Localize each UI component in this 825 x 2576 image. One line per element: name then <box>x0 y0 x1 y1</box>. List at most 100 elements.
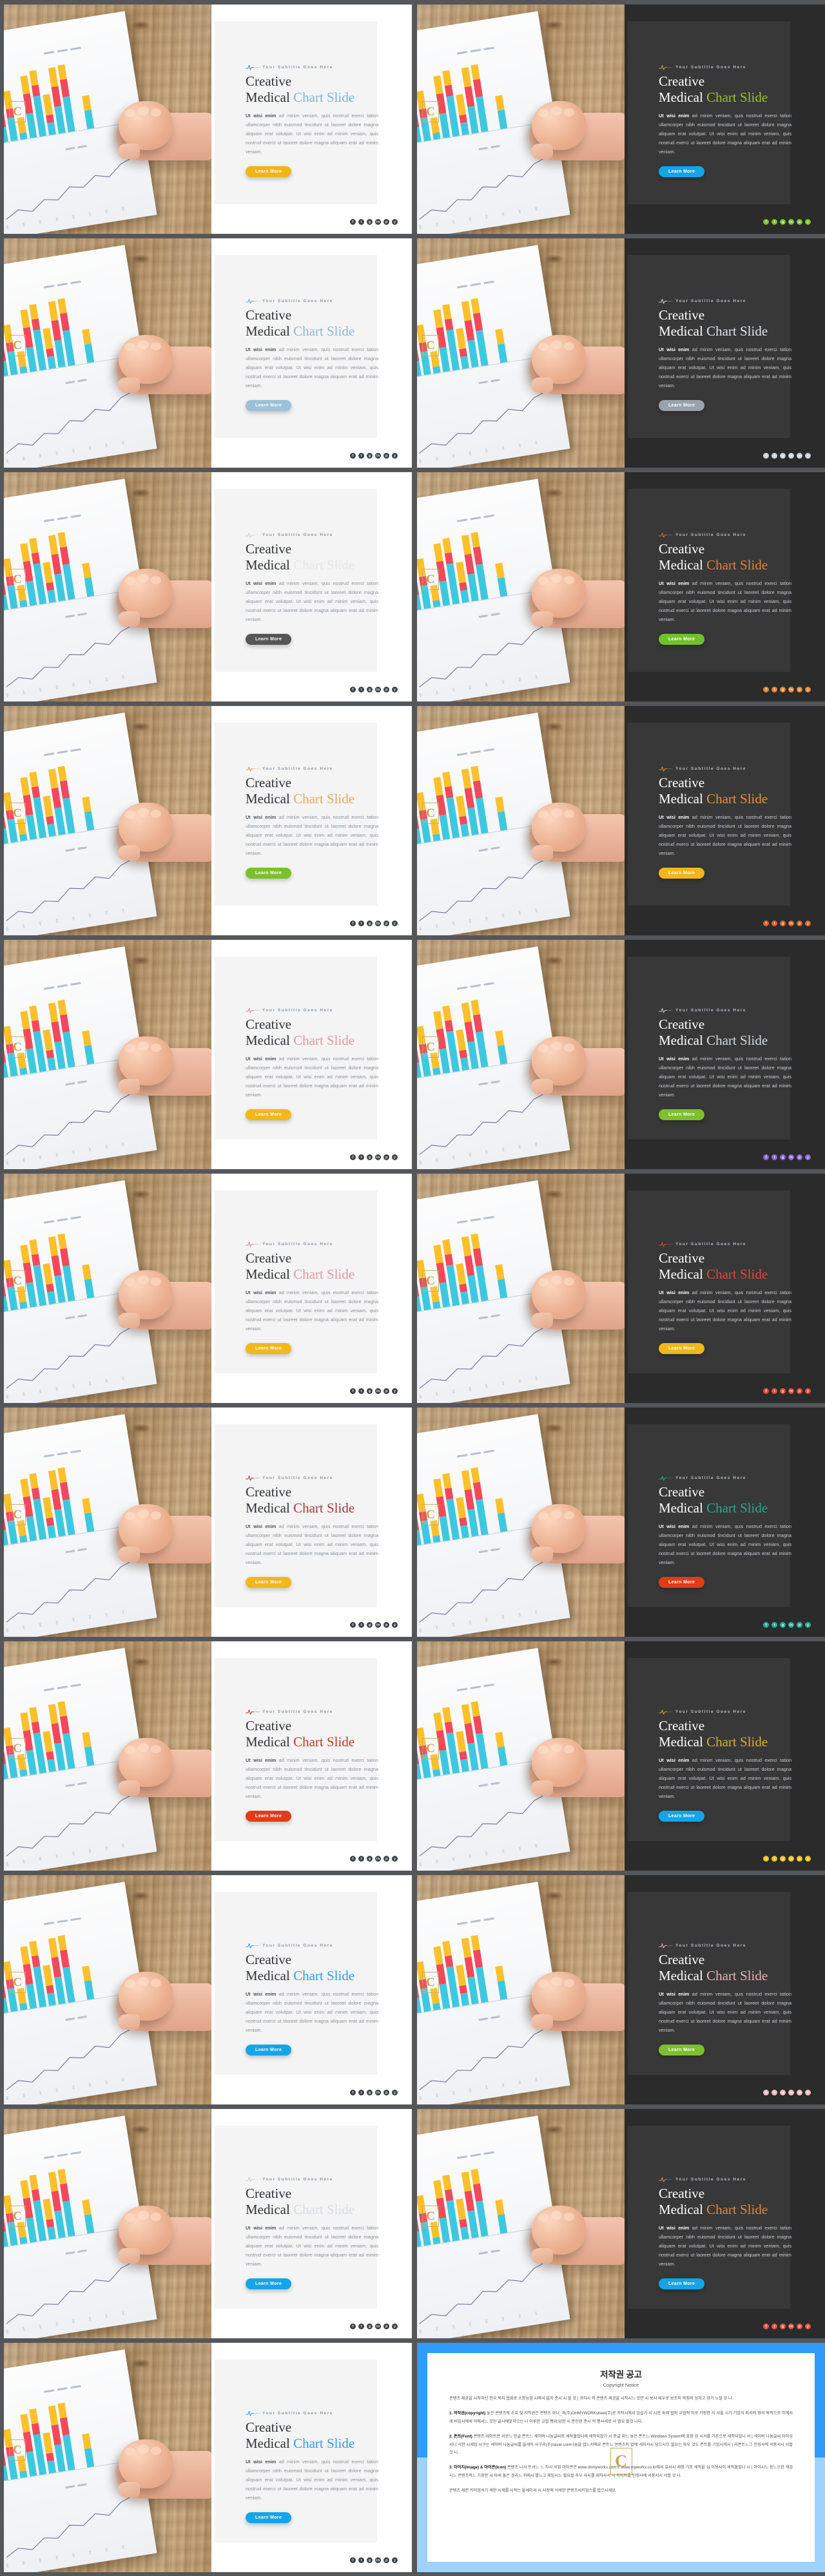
social-dot-5[interactable]: p <box>383 2323 389 2329</box>
social-dot-4[interactable]: in <box>375 687 381 692</box>
social-dot-6[interactable]: y <box>805 687 811 692</box>
social-dot-3[interactable]: g <box>367 453 373 459</box>
social-dot-2[interactable]: t <box>358 1856 364 1862</box>
learn-more-button[interactable]: Learn More <box>659 1576 705 1588</box>
social-dot-4[interactable]: in <box>788 453 794 459</box>
social-dot-6[interactable]: y <box>392 1388 398 1394</box>
social-dot-4[interactable]: in <box>375 2090 381 2095</box>
social-dot-5[interactable]: p <box>797 687 802 692</box>
social-dot-2[interactable]: t <box>772 2323 777 2329</box>
learn-more-button[interactable]: Learn More <box>659 2278 705 2289</box>
social-dot-5[interactable]: p <box>383 453 389 459</box>
social-dot-1[interactable]: f <box>350 2323 356 2329</box>
social-dot-4[interactable]: in <box>788 1154 794 1160</box>
social-dot-1[interactable]: f <box>763 2323 769 2329</box>
social-dot-5[interactable]: p <box>797 921 802 926</box>
social-dot-5[interactable]: p <box>383 219 389 225</box>
social-dot-2[interactable]: t <box>358 2090 364 2095</box>
social-dot-5[interactable]: p <box>383 1856 389 1862</box>
social-dot-2[interactable]: t <box>358 2323 364 2329</box>
social-dot-6[interactable]: y <box>805 2323 811 2329</box>
social-dot-4[interactable]: in <box>788 687 794 692</box>
social-dot-2[interactable]: t <box>358 1388 364 1394</box>
social-dot-1[interactable]: f <box>763 1622 769 1628</box>
social-dot-5[interactable]: p <box>797 1154 802 1160</box>
learn-more-button[interactable]: Learn More <box>659 2044 705 2056</box>
learn-more-button[interactable]: Learn More <box>246 1342 292 1354</box>
social-dot-5[interactable]: p <box>383 1154 389 1160</box>
slide-thumbnail[interactable]: Your Subtitle Goes Here Creative Medical… <box>417 1174 825 1403</box>
social-dot-6[interactable]: y <box>805 1154 811 1160</box>
social-dot-2[interactable]: t <box>772 1388 777 1394</box>
social-dot-6[interactable]: y <box>392 687 398 692</box>
social-dot-4[interactable]: in <box>788 2090 794 2095</box>
social-dot-3[interactable]: g <box>367 219 373 225</box>
social-dot-4[interactable]: in <box>788 219 794 225</box>
slide-thumbnail[interactable]: Your Subtitle Goes Here Creative Medical… <box>4 1407 412 1637</box>
social-dot-3[interactable]: g <box>780 2323 786 2329</box>
social-dot-3[interactable]: g <box>780 1154 786 1160</box>
social-dot-1[interactable]: f <box>763 2090 769 2095</box>
slide-thumbnail[interactable]: Your Subtitle Goes Here Creative Medical… <box>417 2109 825 2338</box>
copyright-slide[interactable]: 저작권 공고 Copyright Notice 콘텐츠 제공을 시작하신 한국 … <box>417 2343 825 2572</box>
social-dot-2[interactable]: t <box>358 219 364 225</box>
social-dot-6[interactable]: y <box>805 219 811 225</box>
learn-more-button[interactable]: Learn More <box>659 1109 705 1120</box>
social-dot-5[interactable]: p <box>797 1856 802 1862</box>
social-dot-5[interactable]: p <box>797 2090 802 2095</box>
social-dot-1[interactable]: f <box>763 453 769 459</box>
social-dot-3[interactable]: g <box>367 1856 373 1862</box>
social-dot-6[interactable]: y <box>392 453 398 459</box>
social-dot-3[interactable]: g <box>367 1388 373 1394</box>
social-dot-1[interactable]: f <box>350 2090 356 2095</box>
social-dot-3[interactable]: g <box>367 2090 373 2095</box>
social-dot-1[interactable]: f <box>350 1622 356 1628</box>
learn-more-button[interactable]: Learn More <box>246 867 292 879</box>
social-dot-6[interactable]: y <box>392 2090 398 2095</box>
slide-thumbnail[interactable]: Your Subtitle Goes Here Creative Medical… <box>4 1174 412 1403</box>
social-dot-5[interactable]: p <box>797 2323 802 2329</box>
social-dot-4[interactable]: in <box>788 1856 794 1862</box>
learn-more-button[interactable]: Learn More <box>246 2512 292 2523</box>
social-dot-6[interactable]: y <box>392 1622 398 1628</box>
learn-more-button[interactable]: Learn More <box>246 399 292 411</box>
social-dot-2[interactable]: t <box>358 1154 364 1160</box>
social-dot-2[interactable]: t <box>358 1622 364 1628</box>
social-dot-4[interactable]: in <box>375 219 381 225</box>
social-dot-2[interactable]: t <box>772 219 777 225</box>
learn-more-button[interactable]: Learn More <box>246 1576 292 1588</box>
learn-more-button[interactable]: Learn More <box>246 166 292 177</box>
social-dot-5[interactable]: p <box>383 1622 389 1628</box>
social-dot-1[interactable]: f <box>763 1154 769 1160</box>
social-dot-1[interactable]: f <box>763 1856 769 1862</box>
social-dot-4[interactable]: in <box>788 1388 794 1394</box>
slide-thumbnail[interactable]: Your Subtitle Goes Here Creative Medical… <box>4 1641 412 1871</box>
learn-more-button[interactable]: Learn More <box>659 867 705 879</box>
learn-more-button[interactable]: Learn More <box>659 633 705 645</box>
social-dot-1[interactable]: f <box>763 219 769 225</box>
social-dot-1[interactable]: f <box>763 1388 769 1394</box>
social-dot-5[interactable]: p <box>797 1388 802 1394</box>
social-dot-6[interactable]: y <box>805 1856 811 1862</box>
social-dot-1[interactable]: f <box>763 687 769 692</box>
social-dot-3[interactable]: g <box>367 687 373 692</box>
social-dot-2[interactable]: t <box>772 687 777 692</box>
social-dot-4[interactable]: in <box>375 1388 381 1394</box>
social-dot-5[interactable]: p <box>797 453 802 459</box>
learn-more-button[interactable]: Learn More <box>246 1109 292 1120</box>
social-dot-2[interactable]: t <box>358 687 364 692</box>
slide-thumbnail[interactable]: Your Subtitle Goes Here Creative Medical… <box>417 1875 825 2104</box>
slide-thumbnail[interactable]: Your Subtitle Goes Here Creative Medical… <box>4 706 412 935</box>
social-dot-3[interactable]: g <box>780 2090 786 2095</box>
social-dot-2[interactable]: t <box>358 921 364 926</box>
social-dot-5[interactable]: p <box>383 921 389 926</box>
social-dot-2[interactable]: t <box>772 1622 777 1628</box>
social-dot-5[interactable]: p <box>797 219 802 225</box>
social-dot-6[interactable]: y <box>392 1154 398 1160</box>
social-dot-5[interactable]: p <box>383 1388 389 1394</box>
learn-more-button[interactable]: Learn More <box>659 166 705 177</box>
social-dot-5[interactable]: p <box>383 687 389 692</box>
social-dot-3[interactable]: g <box>780 687 786 692</box>
social-dot-6[interactable]: y <box>805 1622 811 1628</box>
learn-more-button[interactable]: Learn More <box>246 2278 292 2289</box>
